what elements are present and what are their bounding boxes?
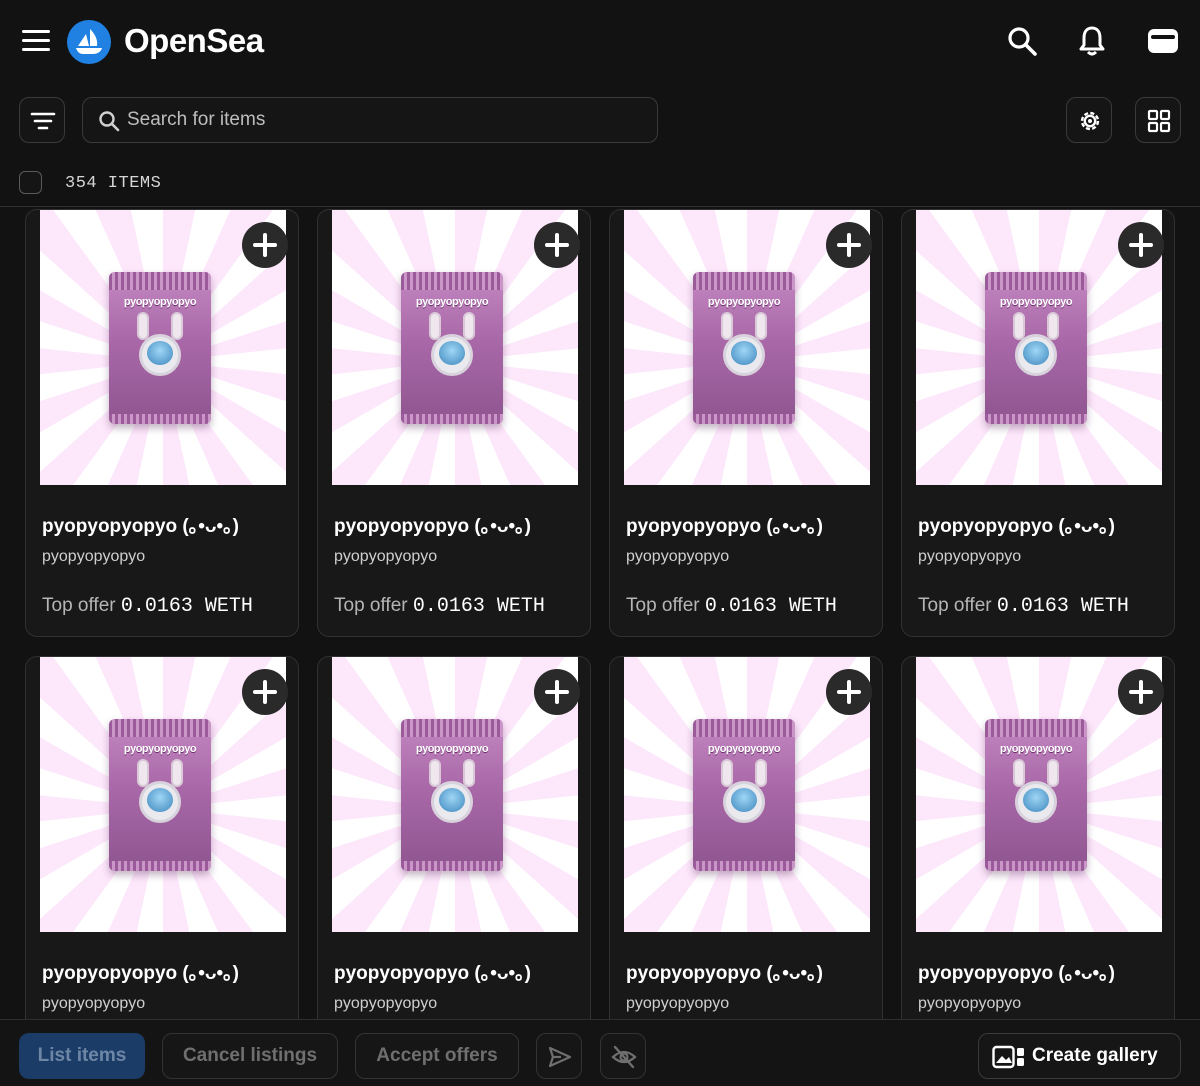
item-name: pyopyopyopyo (｡•ᴗ•｡) [918,516,1115,537]
wallet-icon[interactable] [1146,24,1180,58]
offer-value: 0.0163 WETH [704,595,837,618]
item-card[interactable]: pyopyopyopyo pyopyopyopyo (｡•ᴗ•｡) pyopyo… [25,656,299,1019]
offer-value: 0.0163 WETH [996,595,1129,618]
pack-artwork: pyopyopyopyo [693,719,795,871]
item-card[interactable]: pyopyopyopyo pyopyopyopyo (｡•ᴗ•｡) pyopyo… [901,656,1175,1019]
send-icon [548,1046,572,1068]
offer-value: 0.0163 WETH [412,595,545,618]
items-grid: pyopyopyopyo pyopyopyopyo (｡•ᴗ•｡) pyopyo… [0,207,1200,1019]
add-to-cart-plus-icon[interactable] [534,669,580,715]
gear-icon [1080,111,1100,131]
offer-label: Top offer [918,595,992,616]
pack-artwork: pyopyopyopyo [109,719,211,871]
gallery-icon [992,1045,1024,1069]
accept-offers-button[interactable]: Accept offers [355,1033,519,1079]
filter-icon [30,112,56,130]
items-count: 354 ITEMS [65,174,162,193]
top-header: OpenSea [0,0,1200,84]
item-collection[interactable]: pyopyopyopyo [918,995,1021,1013]
menu-icon[interactable] [22,30,50,52]
hide-icon [611,1045,637,1069]
hide-button[interactable] [600,1033,646,1079]
search-input[interactable] [127,106,627,134]
item-card[interactable]: pyopyopyopyo pyopyopyopyo (｡•ᴗ•｡) pyopyo… [25,209,299,637]
character-face [431,781,473,823]
add-to-cart-plus-icon[interactable] [242,222,288,268]
item-collection[interactable]: pyopyopyopyo [42,548,145,566]
bottom-action-bar: List items Cancel listings Accept offers… [0,1019,1200,1086]
item-top-offer: Top offer 0.0163 WETH [334,595,545,618]
filter-button[interactable] [19,97,65,143]
select-all-checkbox[interactable] [19,171,42,194]
item-collection[interactable]: pyopyopyopyo [626,995,729,1013]
add-to-cart-plus-icon[interactable] [242,669,288,715]
item-name: pyopyopyopyo (｡•ᴗ•｡) [918,963,1115,984]
offer-label: Top offer [42,595,116,616]
item-card[interactable]: pyopyopyopyo pyopyopyopyo (｡•ᴗ•｡) pyopyo… [317,656,591,1019]
character-face [723,334,765,376]
search-box[interactable] [82,97,658,143]
pack-artwork: pyopyopyopyo [401,719,503,871]
character-face [139,334,181,376]
create-gallery-button[interactable]: Create gallery [978,1033,1181,1079]
settings-button[interactable] [1066,97,1112,143]
create-gallery-label: Create gallery [1032,1045,1158,1066]
item-collection[interactable]: pyopyopyopyo [334,995,437,1013]
cancel-listings-button[interactable]: Cancel listings [162,1033,338,1079]
item-name: pyopyopyopyo (｡•ᴗ•｡) [626,516,823,537]
pack-artwork: pyopyopyopyo [985,272,1087,424]
add-to-cart-plus-icon[interactable] [1118,669,1164,715]
list-items-button[interactable]: List items [19,1033,145,1079]
pack-title: pyopyopyopyo [415,743,489,755]
item-card[interactable]: pyopyopyopyo pyopyopyopyo (｡•ᴗ•｡) pyopyo… [901,209,1175,637]
offer-label: Top offer [334,595,408,616]
add-to-cart-plus-icon[interactable] [534,222,580,268]
item-collection[interactable]: pyopyopyopyo [626,548,729,566]
item-collection[interactable]: pyopyopyopyo [42,995,145,1013]
item-name: pyopyopyopyo (｡•ᴗ•｡) [42,516,239,537]
pack-artwork: pyopyopyopyo [693,272,795,424]
item-name: pyopyopyopyo (｡•ᴗ•｡) [42,963,239,984]
brand-name[interactable]: OpenSea [124,22,264,60]
pack-title: pyopyopyopyo [999,743,1073,755]
add-to-cart-plus-icon[interactable] [826,222,872,268]
pack-title: pyopyopyopyo [707,296,781,308]
item-name: pyopyopyopyo (｡•ᴗ•｡) [334,516,531,537]
item-card[interactable]: pyopyopyopyo pyopyopyopyo (｡•ᴗ•｡) pyopyo… [317,209,591,637]
pack-title: pyopyopyopyo [123,743,197,755]
item-top-offer: Top offer 0.0163 WETH [42,595,253,618]
grid-view-icon [1147,109,1171,133]
grid-view-button[interactable] [1135,97,1181,143]
search-icon[interactable] [1005,24,1039,58]
bell-icon[interactable] [1075,24,1109,58]
item-collection[interactable]: pyopyopyopyo [334,548,437,566]
item-collection[interactable]: pyopyopyopyo [918,548,1021,566]
offer-value: 0.0163 WETH [120,595,253,618]
pack-title: pyopyopyopyo [415,296,489,308]
pack-artwork: pyopyopyopyo [985,719,1087,871]
opensea-logo-icon[interactable] [67,20,111,64]
pack-artwork: pyopyopyopyo [109,272,211,424]
character-face [723,781,765,823]
item-top-offer: Top offer 0.0163 WETH [626,595,837,618]
item-card[interactable]: pyopyopyopyo pyopyopyopyo (｡•ᴗ•｡) pyopyo… [609,209,883,637]
character-face [1015,781,1057,823]
character-face [431,334,473,376]
search-icon [99,111,120,132]
pack-artwork: pyopyopyopyo [401,272,503,424]
item-name: pyopyopyopyo (｡•ᴗ•｡) [626,963,823,984]
item-card[interactable]: pyopyopyopyo pyopyopyopyo (｡•ᴗ•｡) pyopyo… [609,656,883,1019]
pack-title: pyopyopyopyo [999,296,1073,308]
pack-title: pyopyopyopyo [123,296,197,308]
transfer-button[interactable] [536,1033,582,1079]
item-top-offer: Top offer 0.0163 WETH [918,595,1129,618]
pack-title: pyopyopyopyo [707,743,781,755]
add-to-cart-plus-icon[interactable] [826,669,872,715]
item-name: pyopyopyopyo (｡•ᴗ•｡) [334,963,531,984]
character-face [139,781,181,823]
offer-label: Top offer [626,595,700,616]
add-to-cart-plus-icon[interactable] [1118,222,1164,268]
character-face [1015,334,1057,376]
